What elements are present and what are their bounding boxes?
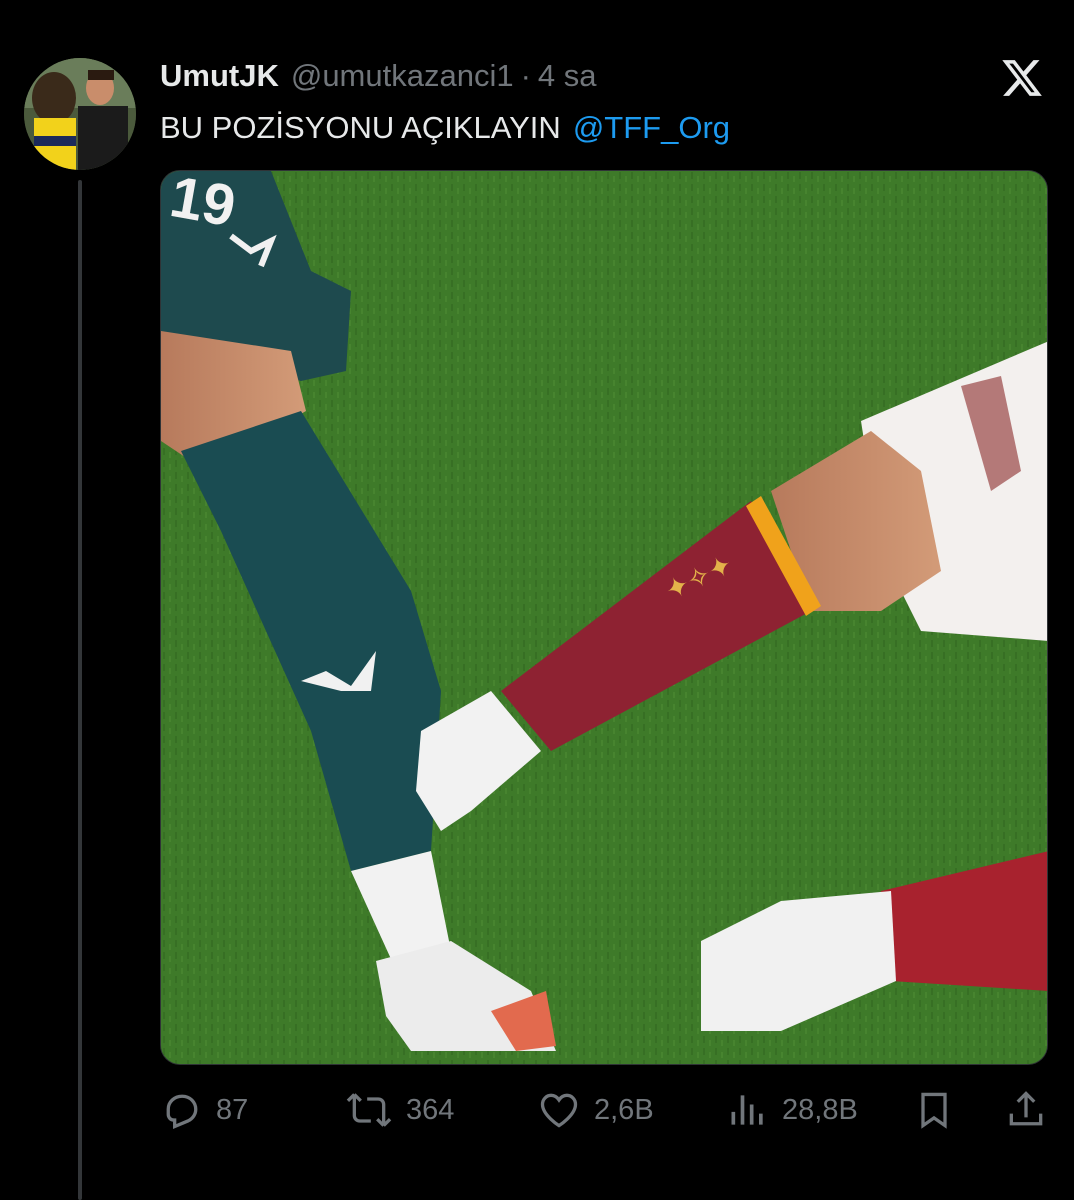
reply-button[interactable]: 87 xyxy=(160,1084,248,1136)
views-icon xyxy=(726,1088,770,1132)
reply-icon xyxy=(160,1088,204,1132)
tweet-media[interactable]: 19 ✦✧✦ xyxy=(160,170,1048,1065)
separator-dot: · xyxy=(520,58,531,93)
thread-line xyxy=(78,180,82,1200)
bookmark-button[interactable] xyxy=(912,1084,956,1136)
views-count: 28,8B xyxy=(782,1093,858,1126)
mention-link[interactable]: @TFF_Org xyxy=(573,110,730,146)
like-count: 2,6B xyxy=(594,1093,654,1126)
share-button[interactable] xyxy=(1004,1084,1048,1136)
photo-football-tackle: 19 ✦✧✦ xyxy=(161,171,1047,1064)
display-name[interactable]: UmutJK xyxy=(160,58,279,94)
repost-count: 364 xyxy=(406,1093,455,1126)
repost-button[interactable]: 364 xyxy=(344,1084,454,1136)
x-logo-icon[interactable] xyxy=(1000,56,1044,100)
bookmark-icon xyxy=(912,1088,956,1132)
action-bar: 87 364 2,6B 28,8B xyxy=(160,1084,1048,1136)
repost-icon xyxy=(344,1088,394,1132)
tweet-text: BU POZİSYONU AÇIKLAYIN @TFF_Org xyxy=(160,104,730,152)
reply-count: 87 xyxy=(216,1093,249,1126)
timestamp[interactable]: 4 sa xyxy=(538,58,597,94)
tweet-header: UmutJK @umutkazanci1 · 4 sa xyxy=(160,54,597,98)
avatar[interactable] xyxy=(24,58,136,170)
share-icon xyxy=(1004,1088,1048,1132)
user-handle[interactable]: @umutkazanci1 xyxy=(291,58,514,94)
like-icon xyxy=(536,1088,582,1132)
jersey-number: 19 xyxy=(165,171,240,239)
views-button[interactable]: 28,8B xyxy=(726,1084,858,1136)
like-button[interactable]: 2,6B xyxy=(536,1084,654,1136)
tweet-body: BU POZİSYONU AÇIKLAYIN xyxy=(160,110,561,145)
